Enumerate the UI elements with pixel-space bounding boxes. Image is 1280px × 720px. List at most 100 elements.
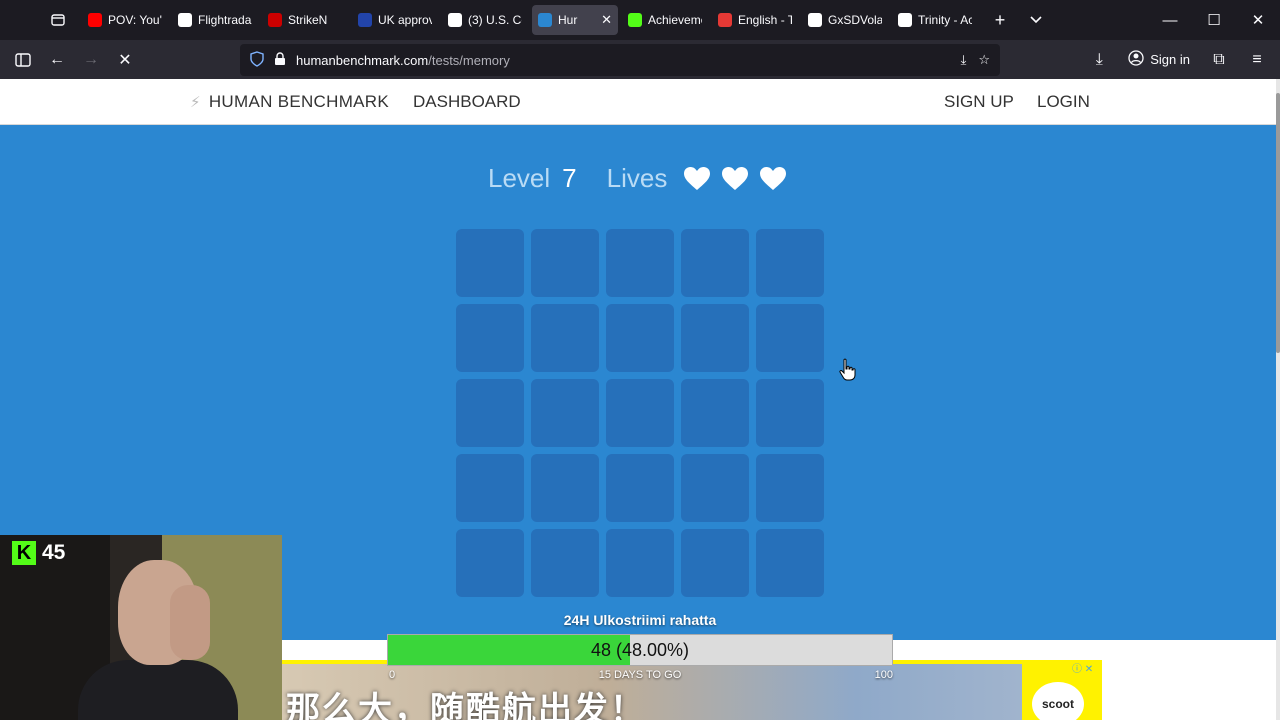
memory-tile[interactable] bbox=[681, 379, 749, 447]
sign-in-button[interactable]: Sign in bbox=[1120, 45, 1198, 75]
shield-icon[interactable] bbox=[250, 50, 264, 70]
browser-tab[interactable]: UK approv bbox=[352, 5, 438, 35]
hand-cursor-icon bbox=[838, 358, 858, 382]
memory-tile[interactable] bbox=[756, 529, 824, 597]
tab-title: English - T bbox=[738, 13, 792, 27]
scoot-logo: scoot bbox=[1032, 682, 1084, 720]
memory-tile[interactable] bbox=[606, 304, 674, 372]
tab-title: Trinity - Ac bbox=[918, 13, 972, 27]
game-stats: Level 7 Lives bbox=[488, 163, 787, 194]
memory-tile[interactable] bbox=[606, 454, 674, 522]
browser-tab[interactable]: Trinity - Ac bbox=[892, 5, 978, 35]
tab-title: POV: You'r bbox=[108, 13, 162, 27]
webcam-overlay: K 45 bbox=[0, 535, 282, 720]
speaker-icon bbox=[538, 13, 552, 27]
back-button[interactable]: ← bbox=[40, 43, 74, 77]
browser-tab[interactable]: English - T bbox=[712, 5, 798, 35]
memory-tile[interactable] bbox=[606, 379, 674, 447]
memory-tile[interactable] bbox=[606, 529, 674, 597]
goal-value: 48 (48.00%) bbox=[590, 639, 690, 660]
tab-title: StrikeN bbox=[288, 13, 328, 27]
browser-tab[interactable]: Hur ✕ bbox=[532, 5, 618, 35]
memory-tile[interactable] bbox=[456, 529, 524, 597]
chevron-down-icon[interactable] bbox=[1018, 0, 1054, 40]
browser-nav-bar: ← → ✕ humanbenchmark.com/tests/memory ⤓ … bbox=[0, 40, 1280, 79]
maximize-button[interactable]: ☐ bbox=[1192, 0, 1236, 40]
tab-title: Flightrada bbox=[198, 13, 252, 27]
browser-tab[interactable]: (3) U.S. Ce bbox=[442, 5, 528, 35]
memory-tile[interactable] bbox=[681, 304, 749, 372]
memory-tile[interactable] bbox=[531, 379, 599, 447]
ad-text: 那么大，随酷航出发！ bbox=[286, 690, 646, 720]
stop-loading-button[interactable]: ✕ bbox=[108, 43, 142, 77]
close-tab-icon[interactable]: ✕ bbox=[601, 12, 612, 28]
sign-in-label: Sign in bbox=[1150, 52, 1190, 67]
translate-icon bbox=[718, 13, 732, 27]
save-page-icon[interactable]: ⤓ bbox=[961, 52, 967, 68]
memory-tile[interactable] bbox=[756, 304, 824, 372]
strike-icon bbox=[268, 13, 282, 27]
url-bar[interactable]: humanbenchmark.com/tests/memory ⤓ ☆ bbox=[240, 44, 1000, 76]
browser-tab[interactable]: StrikeN bbox=[262, 5, 348, 35]
menu-icon[interactable]: ≡ bbox=[1240, 43, 1274, 77]
site-logo[interactable]: ⚡ HUMAN BENCHMARK bbox=[190, 92, 389, 112]
x-icon bbox=[808, 13, 822, 27]
forward-button[interactable]: → bbox=[74, 43, 108, 77]
memory-tile[interactable] bbox=[531, 454, 599, 522]
memory-tile[interactable] bbox=[531, 229, 599, 297]
memory-tile[interactable] bbox=[531, 529, 599, 597]
goal-progress-bar: 48 (48.00%) bbox=[387, 634, 893, 666]
tab-title: (3) U.S. Ce bbox=[468, 13, 522, 27]
lightning-icon: ⚡ bbox=[190, 93, 201, 111]
url-path: /tests/memory bbox=[428, 52, 510, 68]
memory-tile[interactable] bbox=[606, 229, 674, 297]
memory-tile[interactable] bbox=[456, 229, 524, 297]
browser-tab[interactable]: GxSDVolal bbox=[802, 5, 888, 35]
trinity-icon bbox=[898, 13, 912, 27]
minimize-button[interactable]: — bbox=[1148, 0, 1192, 40]
kick-icon: K bbox=[12, 541, 36, 565]
memory-tile[interactable] bbox=[681, 529, 749, 597]
dashboard-link[interactable]: DASHBOARD bbox=[413, 92, 521, 112]
page-scrollbar[interactable] bbox=[1276, 79, 1280, 720]
memory-tile[interactable] bbox=[681, 229, 749, 297]
ad-info-icon[interactable]: ⓘ ✕ bbox=[1072, 660, 1093, 675]
logo-text: HUMAN BENCHMARK bbox=[208, 91, 390, 111]
memory-tile[interactable] bbox=[456, 379, 524, 447]
memory-tile[interactable] bbox=[756, 379, 824, 447]
sidebar-icon[interactable] bbox=[6, 43, 40, 77]
level-value: 7 bbox=[562, 163, 577, 193]
memory-tile[interactable] bbox=[531, 304, 599, 372]
tab-title: Achieveme bbox=[648, 13, 702, 27]
login-link[interactable]: LOGIN bbox=[1037, 92, 1090, 112]
lives-label: Lives bbox=[606, 163, 668, 193]
downloads-icon[interactable]: ⤓ bbox=[1082, 43, 1116, 77]
viewer-count: 45 bbox=[42, 541, 66, 564]
memory-tile[interactable] bbox=[756, 229, 824, 297]
goal-scale: 0 15 DAYS TO GO 100 bbox=[387, 669, 893, 685]
browser-tab[interactable]: Flightrada bbox=[172, 5, 258, 35]
tab-title: GxSDVolal bbox=[828, 13, 882, 27]
memory-tile[interactable] bbox=[681, 454, 749, 522]
close-window-button[interactable]: ✕ bbox=[1236, 0, 1280, 40]
goal-max: 100 bbox=[874, 669, 893, 681]
new-tab-button[interactable]: + bbox=[982, 0, 1018, 40]
browser-tab[interactable]: Achieveme bbox=[622, 5, 708, 35]
memory-tile[interactable] bbox=[456, 304, 524, 372]
heart-icon bbox=[760, 166, 787, 190]
tab-list-icon[interactable] bbox=[40, 0, 76, 40]
browser-tab[interactable]: POV: You'r bbox=[82, 5, 168, 35]
memory-tile[interactable] bbox=[456, 454, 524, 522]
kick-icon bbox=[628, 13, 642, 27]
account-icon bbox=[1128, 50, 1144, 69]
goal-title: 24H Ulkostriimi rahatta bbox=[563, 612, 717, 628]
lock-icon[interactable] bbox=[274, 51, 286, 69]
level-label: Level bbox=[488, 163, 551, 193]
extensions-icon[interactable]: ⧉ bbox=[1202, 43, 1236, 77]
bookmark-star-icon[interactable]: ☆ bbox=[978, 52, 990, 68]
kick-viewer-badge: K 45 bbox=[12, 541, 65, 565]
sign-up-link[interactable]: SIGN UP bbox=[944, 92, 1014, 112]
site-header: ⚡ HUMAN BENCHMARK DASHBOARD SIGN UP LOGI… bbox=[0, 79, 1276, 125]
memory-tile[interactable] bbox=[756, 454, 824, 522]
window-controls: — ☐ ✕ bbox=[1148, 0, 1280, 40]
